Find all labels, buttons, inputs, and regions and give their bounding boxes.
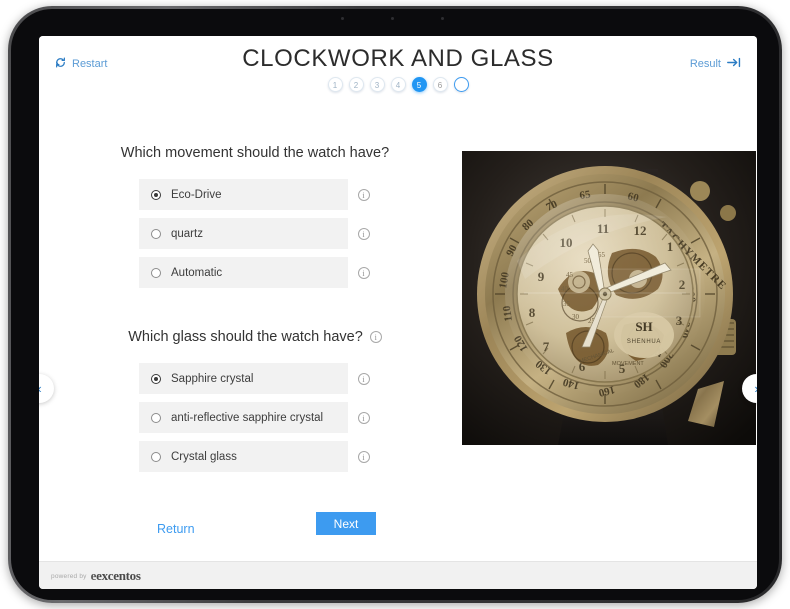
options-list-movement: Eco-Drive i quartz i Automatic i [39, 179, 459, 288]
option-label-automatic: Automatic [171, 266, 223, 279]
question-block-movement: Which movement should the watch have? Ec… [39, 145, 459, 296]
return-button[interactable]: Return [157, 522, 195, 536]
product-image: 400 300 240 200 180 160 140 130 120 110 … [462, 151, 756, 445]
step-dot-4[interactable]: 4 [390, 77, 406, 92]
info-button-crystal-glass[interactable]: i [348, 441, 379, 472]
questions-column: Which movement should the watch have? Ec… [39, 100, 459, 561]
option-label-crystal-glass: Crystal glass [171, 450, 237, 463]
info-button-sapphire-crystal[interactable]: i [348, 363, 379, 394]
option-label-quartz: quartz [171, 227, 203, 240]
question-title-glass: Which glass should the watch have? i [39, 329, 459, 345]
step-dot-3[interactable]: 3 [369, 77, 385, 92]
info-button-automatic[interactable]: i [348, 257, 379, 288]
next-button[interactable]: Next [316, 512, 376, 535]
option-row-sapphire-crystal[interactable]: Sapphire crystal i [139, 363, 379, 394]
sensor-dot-2 [441, 17, 444, 20]
option-row-automatic[interactable]: Automatic i [139, 257, 379, 288]
info-button-eco-drive[interactable]: i [348, 179, 379, 210]
page-title: CLOCKWORK AND GLASS [242, 45, 554, 72]
excentos-brand-label: excentos [96, 568, 141, 583]
info-button-anti-reflective-sapphire-crystal[interactable]: i [348, 402, 379, 433]
info-icon: i [357, 372, 370, 385]
camera-dot [341, 17, 344, 20]
result-button[interactable]: Result [690, 57, 741, 71]
powered-by-label: powered by [51, 572, 87, 580]
sensor-dot [391, 17, 394, 20]
radio-quartz[interactable] [151, 228, 161, 239]
step-dot-6[interactable]: 6 [432, 77, 448, 92]
step-dot-2[interactable]: 2 [348, 77, 364, 92]
option-row-anti-reflective-sapphire-crystal[interactable]: anti-reflective sapphire crystal i [139, 402, 379, 433]
step-dot-result[interactable] [453, 77, 469, 92]
app-footer: powered by e excentos [39, 561, 757, 589]
info-icon[interactable]: i [369, 331, 382, 343]
device-screen: Restart CLOCKWORK AND GLASS Result 1 2 3… [39, 36, 757, 589]
info-button-quartz[interactable]: i [348, 218, 379, 249]
chevron-left-icon: ‹ [39, 381, 42, 396]
option-label-anti-reflective-sapphire-crystal: anti-reflective sapphire crystal [171, 411, 324, 424]
radio-crystal-glass[interactable] [151, 451, 161, 462]
device-bezel: Restart CLOCKWORK AND GLASS Result 1 2 3… [11, 9, 779, 600]
radio-automatic[interactable] [151, 267, 161, 278]
option-row-eco-drive[interactable]: Eco-Drive i [139, 179, 379, 210]
step-dot-5-active[interactable]: 5 [411, 77, 427, 92]
arrow-to-line-icon [727, 57, 741, 71]
app-header: Restart CLOCKWORK AND GLASS Result 1 2 3… [39, 36, 757, 101]
radio-sapphire-crystal[interactable] [151, 373, 161, 384]
result-label: Result [689, 58, 721, 70]
radio-eco-drive[interactable] [151, 189, 161, 200]
step-dot-1[interactable]: 1 [327, 77, 343, 92]
options-list-glass: Sapphire crystal i anti-reflective sapph… [39, 363, 459, 472]
excentos-logo[interactable]: e excentos [91, 568, 141, 584]
step-indicator: 1 2 3 4 5 6 [39, 77, 757, 92]
actions-row: Return Next [39, 512, 459, 552]
question-title-text: Which glass should the watch have? [128, 329, 363, 345]
content-area: Which movement should the watch have? Ec… [39, 100, 757, 561]
info-icon: i [357, 266, 370, 279]
info-icon: i [357, 411, 370, 424]
option-row-quartz[interactable]: quartz i [139, 218, 379, 249]
info-icon: i [357, 227, 370, 240]
info-icon: i [357, 450, 370, 463]
tablet-device-frame: Restart CLOCKWORK AND GLASS Result 1 2 3… [8, 6, 782, 603]
question-block-glass: Which glass should the watch have? i Sap… [39, 329, 459, 480]
option-label-sapphire-crystal: Sapphire crystal [171, 372, 254, 385]
question-title-movement: Which movement should the watch have? [39, 145, 459, 161]
option-row-crystal-glass[interactable]: Crystal glass i [139, 441, 379, 472]
info-icon: i [357, 188, 370, 201]
question-title-text: Which movement should the watch have? [120, 145, 390, 161]
option-label-eco-drive: Eco-Drive [171, 188, 222, 201]
chevron-right-icon: › [754, 381, 757, 396]
radio-anti-reflective-sapphire-crystal[interactable] [151, 412, 161, 423]
